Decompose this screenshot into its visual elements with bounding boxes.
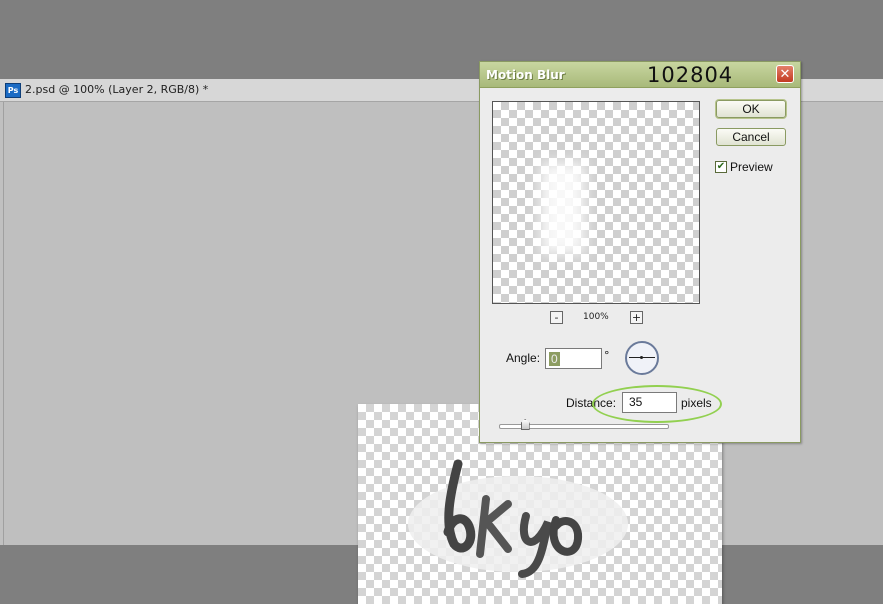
preview-checkbox[interactable]: ✔ bbox=[715, 161, 727, 173]
motion-blur-dialog: Motion Blur 102804 ✕ - 100% + OK Cancel … bbox=[479, 61, 801, 443]
zoom-level: 100% bbox=[583, 312, 609, 322]
document-title: 2.psd @ 100% (Layer 2, RGB/8) * bbox=[25, 83, 209, 96]
photoshop-icon: Ps bbox=[5, 83, 21, 98]
dialog-title: Motion Blur bbox=[486, 68, 565, 82]
close-icon: ✕ bbox=[779, 67, 791, 82]
blur-preview-shape bbox=[541, 162, 585, 254]
degree-symbol: ° bbox=[604, 349, 610, 362]
close-button[interactable]: ✕ bbox=[776, 65, 794, 83]
cancel-button[interactable]: Cancel bbox=[716, 128, 786, 146]
zoom-in-button[interactable]: + bbox=[630, 311, 643, 324]
dialog-titlebar[interactable]: Motion Blur 102804 ✕ bbox=[480, 62, 800, 88]
angle-dial-center bbox=[640, 356, 643, 359]
distance-slider-thumb[interactable] bbox=[520, 419, 530, 430]
angle-input[interactable]: 0 bbox=[545, 348, 602, 369]
angle-value: 0 bbox=[549, 352, 560, 366]
angle-dial[interactable] bbox=[625, 341, 659, 375]
preview-label: Preview bbox=[730, 160, 773, 174]
annotation-highlight-circle bbox=[592, 385, 722, 423]
ok-button[interactable]: OK bbox=[716, 100, 786, 118]
angle-label: Angle: bbox=[506, 351, 541, 365]
artwork-glow bbox=[408, 476, 628, 572]
zoom-out-button[interactable]: - bbox=[550, 311, 563, 324]
handwritten-annotation: 102804 bbox=[647, 63, 734, 87]
filter-preview[interactable] bbox=[492, 101, 700, 304]
